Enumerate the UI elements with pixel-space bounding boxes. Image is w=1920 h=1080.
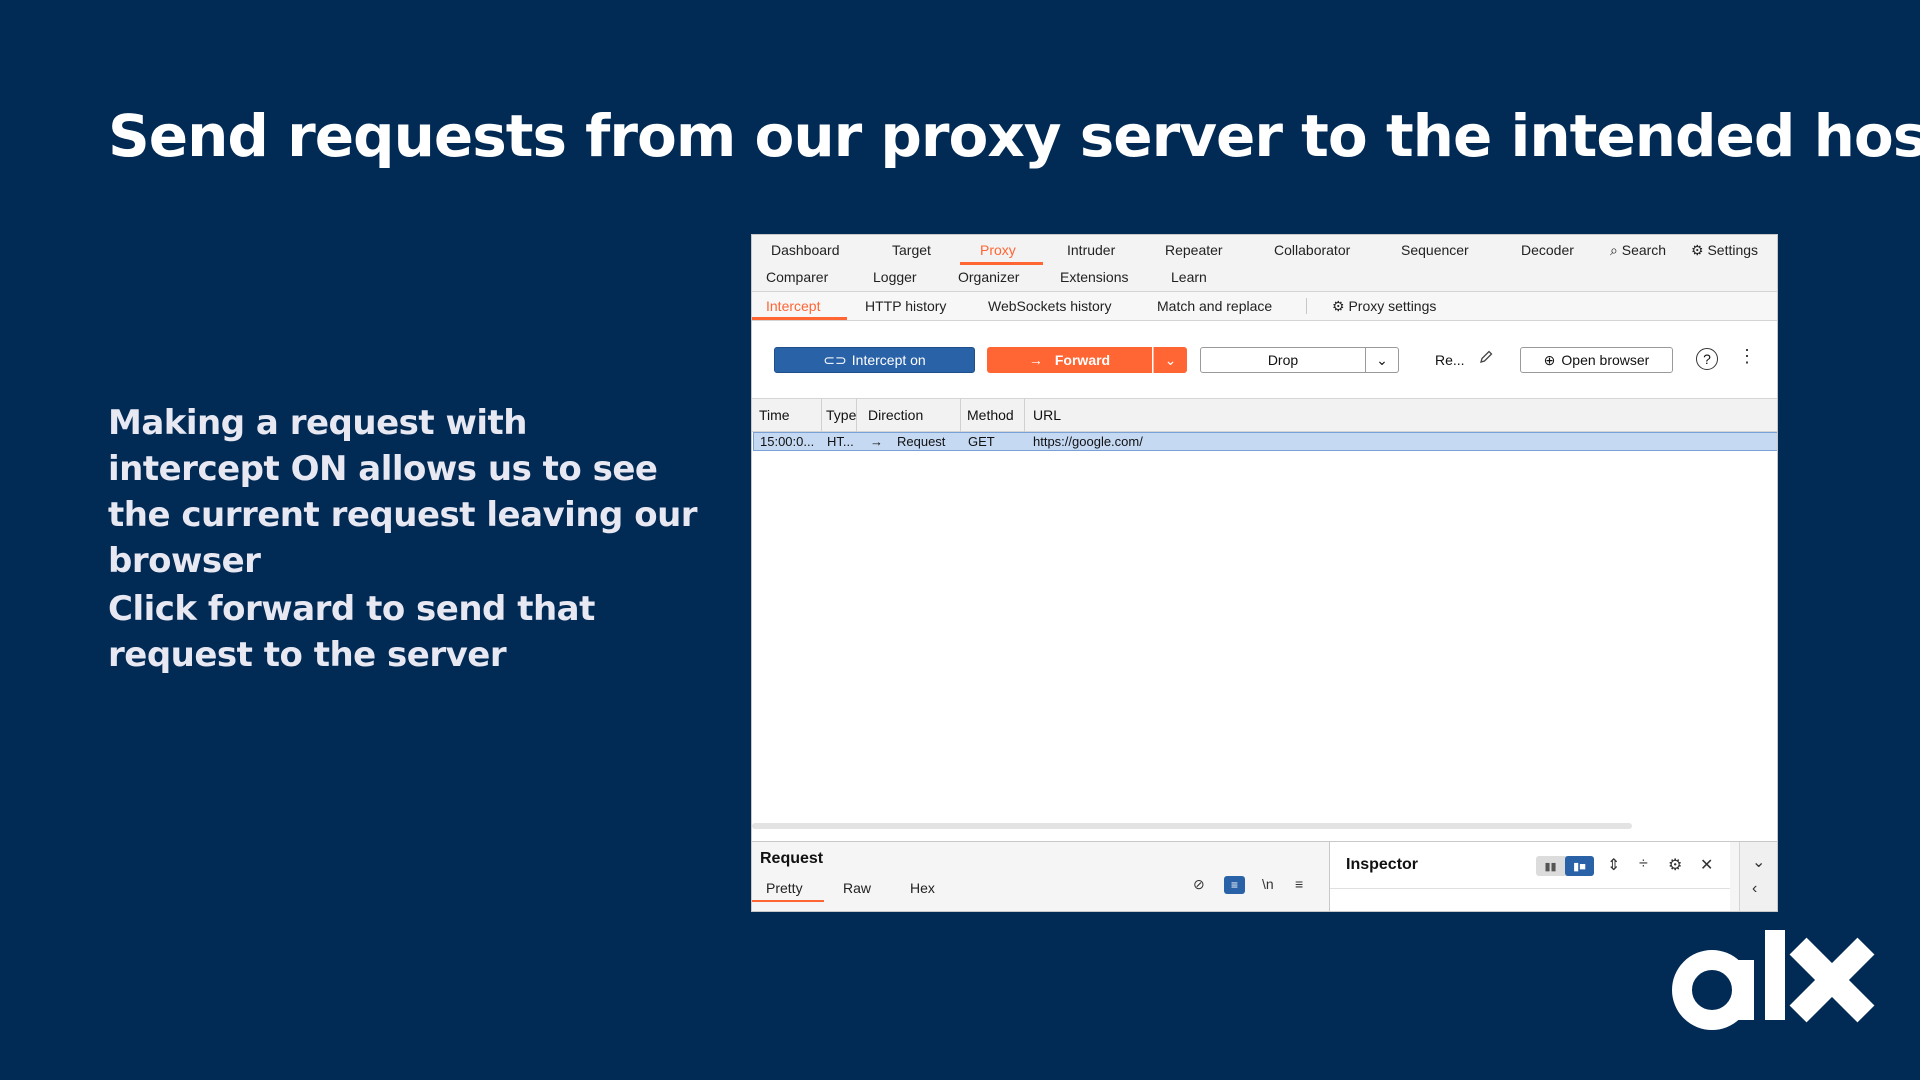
subtab-separator (1306, 298, 1307, 314)
help-icon[interactable]: ? (1696, 348, 1718, 370)
alx-logo (1672, 930, 1875, 1030)
tab-pretty[interactable]: Pretty (766, 880, 803, 896)
proxy-subtabs: Intercept HTTP history WebSockets histor… (752, 292, 1777, 321)
tab-sequencer[interactable]: Sequencer (1401, 242, 1469, 258)
cell-url: https://google.com/ (1033, 434, 1143, 449)
column-separator (960, 399, 961, 432)
chevron-down-icon: ⌄ (1164, 351, 1177, 368)
slide-paragraph-forward: Click forward to send that request to th… (108, 589, 595, 675)
tab-learn[interactable]: Learn (1171, 269, 1207, 285)
drop-label: Drop (1267, 352, 1299, 368)
intercept-toggle-button[interactable]: ⊂⊃ Intercept on (774, 347, 975, 373)
horizontal-scrollbar[interactable] (752, 823, 1632, 829)
intercept-table-header: Time Type Direction Method URL (752, 399, 1777, 432)
layout-list-icon[interactable]: ▮▮ (1536, 856, 1565, 876)
tab-hex[interactable]: Hex (910, 880, 935, 896)
chevron-down-icon: ⌄ (1376, 351, 1388, 368)
active-tab-underline (960, 262, 1043, 265)
intercept-toolbar: ⊂⊃ Intercept on → Forward ⌄ Drop ⌄ Re...… (752, 321, 1777, 399)
proxy-settings-button[interactable]: ⚙ Proxy settings (1332, 298, 1436, 315)
column-separator (1024, 399, 1025, 432)
column-time[interactable]: Time (759, 407, 790, 423)
column-url[interactable]: URL (1033, 407, 1061, 423)
forward-dropdown-button[interactable]: ⌄ (1153, 347, 1187, 373)
layout-toggle[interactable]: ▮▮ ▮■ (1536, 856, 1594, 876)
drop-dropdown-button[interactable]: ⌄ (1365, 347, 1399, 373)
gear-icon: ⚙ (1332, 298, 1345, 314)
table-row[interactable]: 15:00:0... HT... → Request GET https://g… (753, 432, 1777, 451)
more-options-icon[interactable]: ⋮ (1738, 347, 1756, 365)
subtab-http-history[interactable]: HTTP history (865, 298, 946, 314)
inspector-divider (1330, 888, 1730, 889)
column-direction[interactable]: Direction (868, 407, 923, 423)
wrap-lines-icon[interactable]: ≡ (1224, 876, 1245, 894)
newline-icon[interactable]: \n (1262, 876, 1274, 892)
collapse-icon[interactable]: ÷ (1639, 855, 1648, 873)
layout-panel-icon[interactable]: ▮■ (1565, 856, 1594, 876)
tab-raw[interactable]: Raw (843, 880, 871, 896)
chevron-left-icon[interactable]: ‹ (1752, 880, 1757, 898)
request-panel-title: Request (760, 850, 824, 867)
expand-icon[interactable]: ⇕ (1607, 855, 1620, 875)
tab-organizer[interactable]: Organizer (958, 269, 1019, 285)
tab-decoder[interactable]: Decoder (1521, 242, 1574, 258)
open-browser-button[interactable]: ⊕ Open browser (1520, 347, 1673, 373)
search-button[interactable]: ⌕ Search (1610, 242, 1666, 259)
gear-icon[interactable]: ⚙ (1668, 855, 1682, 875)
burp-window: Dashboard Target Proxy Intruder Repeater… (751, 234, 1778, 912)
inspector-side-strip: ⌄ ‹ (1739, 842, 1777, 911)
search-icon: ⌕ (1610, 242, 1618, 258)
search-label: Search (1621, 242, 1667, 258)
chevron-down-icon[interactable]: ⌄ (1752, 852, 1765, 872)
tab-collaborator[interactable]: Collaborator (1274, 242, 1350, 258)
tab-extensions[interactable]: Extensions (1060, 269, 1128, 285)
inspector-panel: Inspector ▮▮ ▮■ ⇕ ÷ ⚙ ✕ (1330, 842, 1730, 911)
request-annotation-label[interactable]: Re... (1435, 352, 1465, 368)
column-separator (821, 399, 822, 432)
slide-paragraph-intercept: Making a request with intercept ON allow… (108, 403, 698, 581)
subtab-underline (752, 317, 847, 320)
cell-time: 15:00:0... (760, 434, 815, 449)
cell-direction: Request (897, 434, 946, 449)
intercept-label: Intercept on (851, 352, 926, 368)
tab-intruder[interactable]: Intruder (1067, 242, 1115, 258)
tab-logger[interactable]: Logger (873, 269, 917, 285)
close-icon[interactable]: ✕ (1700, 855, 1713, 875)
request-tab-underline (752, 900, 824, 902)
globe-icon: ⊕ (1543, 351, 1556, 368)
drop-button[interactable]: Drop (1200, 347, 1366, 373)
forward-label: Forward (1054, 352, 1111, 368)
settings-button[interactable]: ⚙ Settings (1691, 242, 1758, 259)
subtab-match-and-replace[interactable]: Match and replace (1157, 298, 1272, 314)
inspector-title: Inspector (1346, 856, 1419, 873)
cell-type: HT... (827, 434, 854, 449)
tab-proxy[interactable]: Proxy (980, 242, 1016, 258)
toggle-icon: ⊂⊃ (823, 351, 847, 368)
slide-title: Send requests from our proxy server to t… (108, 102, 1920, 170)
tab-dashboard[interactable]: Dashboard (771, 242, 840, 258)
arrow-right-icon: → (1028, 352, 1043, 368)
subtab-intercept[interactable]: Intercept (766, 298, 820, 314)
open-browser-label: Open browser (1561, 352, 1650, 368)
arrow-right-icon: → (870, 434, 883, 449)
tab-repeater[interactable]: Repeater (1165, 242, 1223, 258)
main-tabs: Dashboard Target Proxy Intruder Repeater… (752, 235, 1777, 292)
subtab-websockets-history[interactable]: WebSockets history (988, 298, 1111, 314)
settings-label: Settings (1707, 242, 1759, 258)
tab-target[interactable]: Target (892, 242, 931, 258)
proxy-settings-label: Proxy settings (1348, 298, 1437, 314)
hide-eye-icon[interactable]: ⊘ (1193, 876, 1205, 893)
forward-button[interactable]: → Forward (987, 347, 1152, 373)
column-type[interactable]: Type (826, 407, 856, 423)
menu-icon[interactable]: ≡ (1295, 876, 1303, 892)
column-method[interactable]: Method (967, 407, 1014, 423)
gear-icon: ⚙ (1691, 242, 1704, 258)
cell-method: GET (968, 434, 995, 449)
tab-comparer[interactable]: Comparer (766, 269, 828, 285)
bottom-panel: Request Pretty Raw Hex ⊘ ≡ \n ≡ Inspecto… (752, 841, 1777, 911)
pencil-icon[interactable] (1478, 349, 1494, 365)
column-separator (856, 399, 857, 432)
